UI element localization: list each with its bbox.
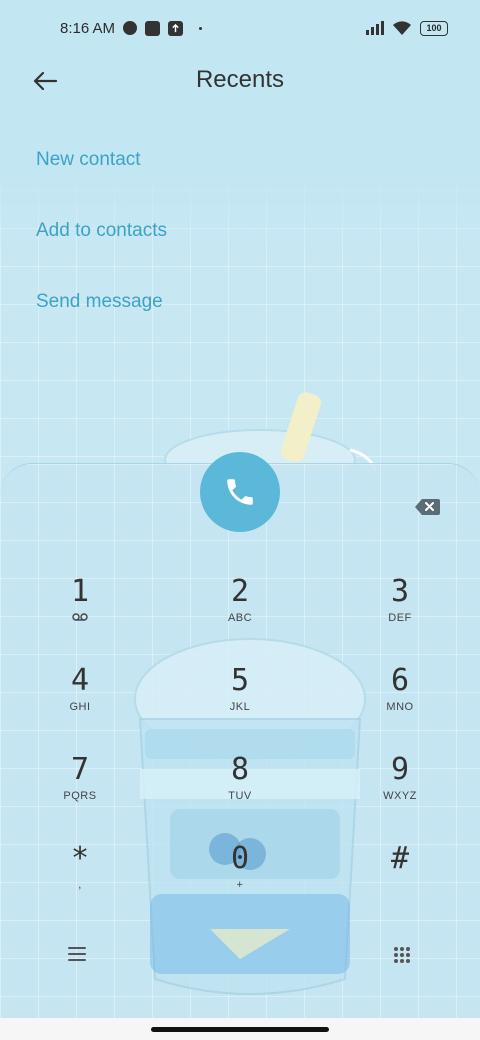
wallpaper-cup-illustration: [164, 392, 377, 470]
key-digit: 1: [70, 574, 90, 609]
dialer-bottom-bar: [0, 914, 480, 994]
keypad: 1 2 ABC 3 DEF 4 GHI 5 JKL 6 MNO 7 PQRS 8…: [0, 574, 480, 930]
key-5[interactable]: 5 JKL: [160, 663, 320, 752]
send-message-option[interactable]: Send message: [36, 282, 167, 353]
key-letters: MNO: [386, 701, 414, 713]
status-right: 100: [366, 20, 448, 36]
key-letters: JKL: [229, 701, 251, 713]
key-letters: DEF: [388, 612, 412, 624]
status-left: 8:16 AM: [60, 19, 203, 37]
key-digit: 6: [390, 663, 410, 698]
status-bar: 8:16 AM 100: [0, 0, 480, 56]
key-8[interactable]: 8 TUV: [160, 752, 320, 841]
more-notifications-dot: [199, 26, 203, 30]
key-letters: TUV: [228, 790, 252, 802]
key-letters: WXYZ: [383, 790, 417, 802]
new-contact-option[interactable]: New contact: [36, 140, 167, 211]
status-time: 8:16 AM: [60, 19, 116, 37]
header: Recents: [0, 56, 480, 106]
phone-icon: [227, 479, 253, 505]
dialpad-icon[interactable]: [393, 946, 411, 964]
key-digit: *: [70, 841, 90, 876]
key-digit: 8: [230, 752, 250, 787]
upload-icon: [168, 20, 184, 36]
key-9[interactable]: 9 WXYZ: [320, 752, 480, 841]
menu-icon[interactable]: [68, 946, 86, 962]
app-notification-icon: [123, 21, 138, 35]
wifi-icon: [393, 21, 411, 35]
home-indicator[interactable]: [151, 1027, 329, 1032]
key-letters: PQRS: [63, 790, 97, 802]
key-digit: 9: [390, 752, 410, 787]
key-digit: #: [390, 841, 410, 876]
key-7[interactable]: 7 PQRS: [0, 752, 160, 841]
key-letters: +: [236, 879, 244, 891]
key-1[interactable]: 1: [0, 574, 160, 663]
key-letters: ABC: [227, 612, 253, 624]
signal-icon: [366, 21, 384, 35]
key-letters: ,: [78, 879, 82, 891]
key-4[interactable]: 4 GHI: [0, 663, 160, 752]
dial-panel: 010 1 2 ABC 3 DEF 4 GHI 5 JKL 6 MNO: [0, 463, 480, 1024]
square-notification-icon: [145, 20, 161, 36]
key-digit: 2: [230, 574, 250, 609]
key-digit: 0: [230, 841, 250, 876]
key-digit: 7: [70, 752, 90, 787]
key-letters: GHI: [69, 701, 91, 713]
key-2[interactable]: 2 ABC: [160, 574, 320, 663]
key-6[interactable]: 6 MNO: [320, 663, 480, 752]
key-digit: 3: [390, 574, 410, 609]
key-digit: 5: [230, 663, 250, 698]
key-3[interactable]: 3 DEF: [320, 574, 480, 663]
page-title: Recents: [195, 66, 285, 93]
add-to-contacts-option[interactable]: Add to contacts: [36, 211, 167, 282]
call-button[interactable]: [200, 452, 280, 532]
backspace-icon[interactable]: [414, 498, 440, 516]
voicemail-icon: [72, 612, 88, 626]
battery-icon: 100: [420, 20, 448, 36]
key-digit: 4: [70, 663, 90, 698]
contact-actions-menu: New contact Add to contacts Send message: [36, 140, 167, 353]
